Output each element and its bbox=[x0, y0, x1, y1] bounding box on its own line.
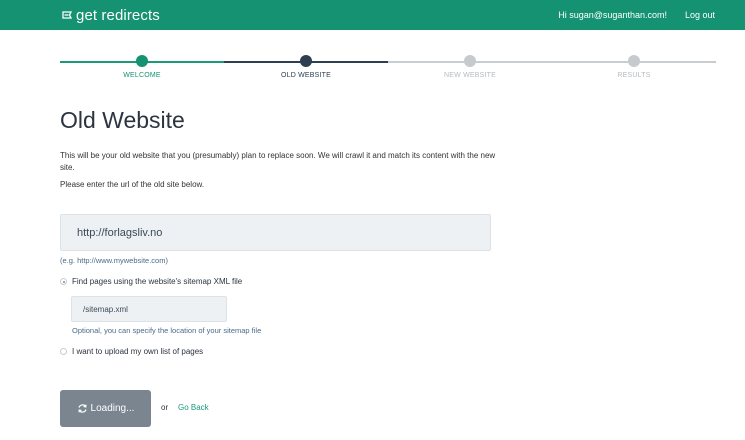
sitemap-value: /sitemap.xml bbox=[83, 304, 128, 314]
old-url-value: http://forlagsliv.no bbox=[77, 226, 163, 239]
or-text: or bbox=[161, 403, 169, 412]
step-new-website: NEW WEBSITE bbox=[420, 54, 520, 79]
go-back-link[interactable]: Go Back bbox=[178, 403, 209, 412]
loading-label: Loading... bbox=[90, 403, 135, 414]
user-greeting: Hi sugan@suganthan.com! bbox=[558, 10, 667, 20]
loading-button[interactable]: Loading... bbox=[60, 390, 151, 427]
redirect-logo-icon bbox=[62, 11, 73, 19]
step-label: WELCOME bbox=[123, 72, 161, 79]
page-description: This will be your old website that you (… bbox=[60, 151, 496, 172]
page-title: Old Website bbox=[60, 107, 185, 133]
brand-logo[interactable]: get redirects bbox=[61, 7, 160, 24]
step-welcome: WELCOME bbox=[92, 54, 192, 79]
sitemap-input[interactable]: /sitemap.xml bbox=[71, 296, 227, 322]
page-instruction: Please enter the url of the old site bel… bbox=[60, 180, 205, 189]
step-label: NEW WEBSITE bbox=[444, 72, 496, 79]
refresh-spinner-icon bbox=[77, 404, 87, 413]
option-sitemap[interactable]: Find pages using the website's sitemap X… bbox=[60, 277, 242, 286]
url-example-hint: (e.g. http://www.mywebsite.com) bbox=[60, 256, 168, 265]
option-upload[interactable]: I want to upload my own list of pages bbox=[60, 347, 203, 356]
sitemap-hint: Optional, you can specify the location o… bbox=[72, 326, 262, 335]
radio-unchecked-icon[interactable] bbox=[60, 348, 67, 355]
step-label: RESULTS bbox=[617, 72, 651, 79]
option-sitemap-label: Find pages using the website's sitemap X… bbox=[72, 277, 243, 286]
top-bar: get redirects Hi sugan@suganthan.com! Lo… bbox=[0, 0, 745, 30]
step-dot bbox=[464, 55, 476, 67]
brand-name: get redirects bbox=[76, 6, 160, 24]
step-old-website: OLD WEBSITE bbox=[256, 54, 356, 79]
logout-link[interactable]: Log out bbox=[685, 10, 715, 20]
step-dot bbox=[136, 55, 148, 67]
old-url-input[interactable]: http://forlagsliv.no bbox=[60, 214, 491, 251]
step-dot bbox=[628, 55, 640, 67]
step-results: RESULTS bbox=[584, 54, 684, 79]
step-label: OLD WEBSITE bbox=[280, 72, 332, 79]
step-dot bbox=[300, 55, 312, 67]
radio-checked-icon[interactable] bbox=[60, 278, 67, 285]
progress-steps: WELCOME OLD WEBSITE NEW WEBSITE RESULTS bbox=[60, 54, 716, 84]
option-upload-label: I want to upload my own list of pages bbox=[72, 347, 204, 356]
